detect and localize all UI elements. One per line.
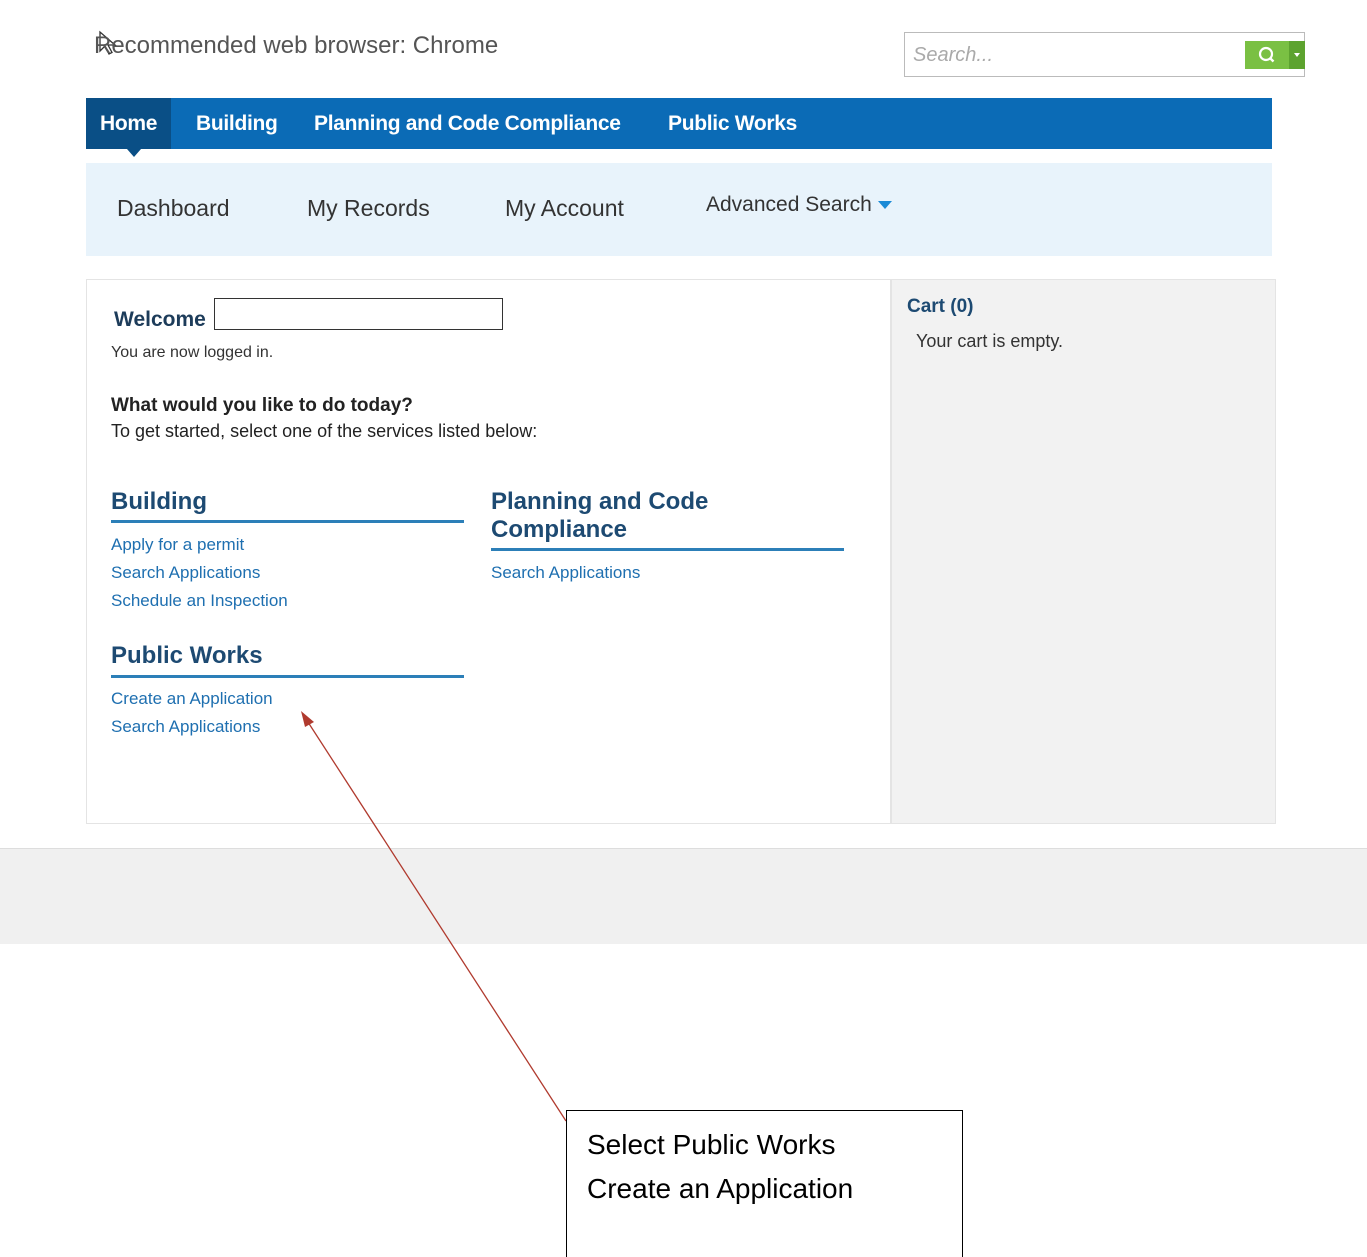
annotation-arrow bbox=[301, 711, 567, 1122]
annotation-callout: Select Public Works Create an Applicatio… bbox=[566, 1110, 963, 1257]
annotation-line2: Create an Application bbox=[587, 1173, 854, 1204]
annotation-line1: Select Public Works bbox=[587, 1129, 836, 1160]
